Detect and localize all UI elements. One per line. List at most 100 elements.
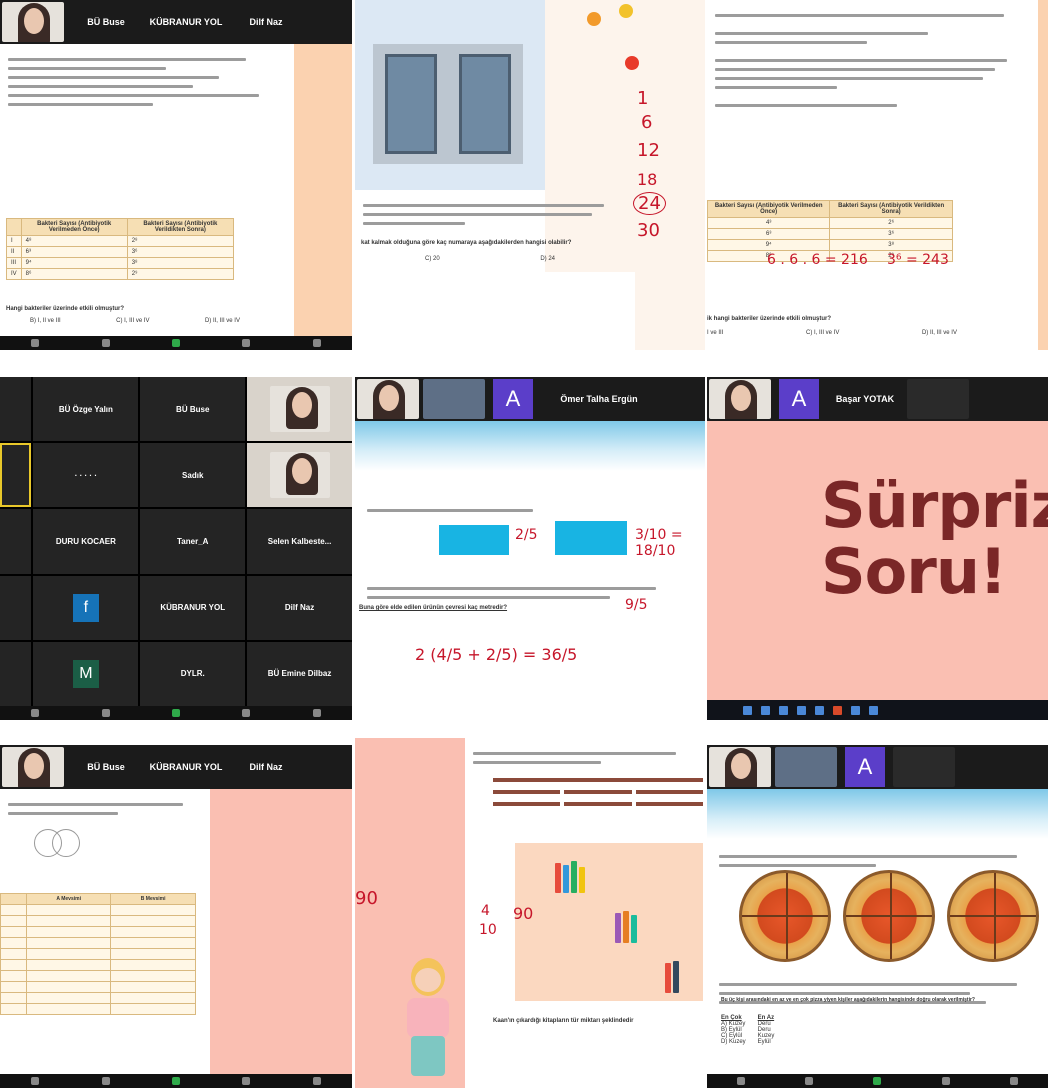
- table-row: [0, 926, 196, 938]
- reactions-icon[interactable]: [312, 1077, 321, 1085]
- tile-bacteria-solution: Bakteri Sayısı (Antibiyotik Verilmeden Ö…: [707, 0, 1048, 350]
- participant-tile[interactable]: DURU KOCAER: [33, 509, 139, 574]
- participant-video[interactable]: [357, 379, 419, 419]
- table-row: I 4⁸ 2⁸: [6, 235, 235, 247]
- choice-a[interactable]: I ve III: [707, 330, 723, 336]
- participant-video[interactable]: [423, 379, 485, 419]
- answer-choices: B) I, II ve III C) I, III ve IV D) II, I…: [30, 318, 240, 324]
- record-icon[interactable]: [242, 339, 251, 347]
- share-screen-icon[interactable]: [171, 1077, 180, 1085]
- handwriting-90b: 90: [513, 904, 534, 923]
- choice-c[interactable]: C) I, III ve IV: [806, 330, 839, 336]
- participant-tile[interactable]: · · · · ·: [33, 443, 139, 508]
- choice-b[interactable]: B) I, II ve III: [30, 318, 61, 324]
- participants-icon[interactable]: [31, 1077, 40, 1085]
- participant-video[interactable]: [247, 377, 352, 442]
- question-text: ik hangi bakteriler üzerinde etkili olmu…: [707, 316, 832, 322]
- participant-tile[interactable]: Taner_A: [140, 509, 246, 574]
- participant-video[interactable]: [893, 747, 955, 787]
- chat-icon[interactable]: [805, 1077, 814, 1085]
- record-icon[interactable]: [941, 1077, 950, 1085]
- fraction-3-10: 3/10 = 18/10: [635, 527, 683, 559]
- participant-video[interactable]: [709, 379, 771, 419]
- puzzle-piece: [555, 521, 627, 555]
- table-row: 4³ 2⁶: [707, 217, 953, 229]
- participant-tile[interactable]: BÜ Buse: [140, 377, 246, 442]
- handwriting-12: 12: [637, 140, 660, 161]
- season-table: A Mevsimi B Mevsimi: [0, 893, 196, 1015]
- reactions-icon[interactable]: [1009, 1077, 1018, 1085]
- participant-name: BÜ Buse: [87, 762, 125, 772]
- participant-video[interactable]: [2, 747, 64, 787]
- slide-header-wave: [707, 789, 1048, 839]
- taskbar-app-icon[interactable]: [797, 705, 806, 715]
- reactions-icon[interactable]: [312, 339, 321, 347]
- participant-name: Dilf Naz: [249, 17, 283, 27]
- pink-panel: [210, 789, 352, 1074]
- bookshelf-illustration: [515, 843, 703, 1001]
- table-row: IV 8⁶ 2⁹: [6, 268, 235, 280]
- annotation-243: 3⁶ = 243: [887, 252, 949, 268]
- avatar: A: [493, 379, 533, 419]
- handwriting-1: 1: [637, 88, 649, 109]
- choice-d[interactable]: D) 24: [540, 256, 555, 262]
- tile-bookshelf-question: 90 4 10 90 Kaan'ın çıkardığı kitapların …: [355, 738, 705, 1088]
- participants-icon[interactable]: [31, 339, 40, 347]
- pushpin-icon: [587, 12, 601, 26]
- table-row: [0, 937, 196, 949]
- slide-title: Sürpriz Soru!: [821, 473, 1048, 605]
- participant-tile[interactable]: f: [33, 575, 139, 640]
- taskbar-app-icon[interactable]: [815, 705, 824, 715]
- taskbar-app-icon[interactable]: [851, 705, 860, 715]
- record-icon[interactable]: [242, 709, 251, 717]
- choice-d[interactable]: D) II, III ve IV: [205, 318, 240, 324]
- participant-video[interactable]: [709, 747, 771, 787]
- participant-tile[interactable]: M: [33, 641, 139, 706]
- record-icon[interactable]: [242, 1077, 251, 1085]
- share-screen-icon[interactable]: [171, 339, 180, 347]
- participant-tile[interactable]: Selen Kalbeste...: [247, 509, 352, 574]
- participant-tile[interactable]: Dilf Naz: [247, 575, 352, 640]
- share-screen-icon[interactable]: [171, 709, 180, 717]
- participant-tile[interactable]: BÜ Emine Dilbaz: [247, 641, 352, 706]
- table-header: Bakteri Sayısı (Antibiyotik Verilmeden Ö…: [20, 218, 128, 236]
- taskbar-app-icon[interactable]: [779, 705, 788, 715]
- taskbar-app-icon[interactable]: [761, 705, 770, 715]
- meeting-toolbar: [0, 706, 352, 720]
- table-row: II 6³ 3⁶: [6, 246, 235, 258]
- participant-tile[interactable]: DYLR.: [140, 641, 246, 706]
- share-screen-icon[interactable]: [873, 1077, 882, 1085]
- taskbar-app-icon[interactable]: [869, 705, 878, 715]
- chat-icon[interactable]: [101, 1077, 110, 1085]
- question-text: Bu üç kişi arasındaki en az ve en çok pi…: [721, 997, 975, 1003]
- reactions-icon[interactable]: [312, 709, 321, 717]
- table-header: Bakteri Sayısı (Antibiyotik Verilmeden Ö…: [707, 200, 831, 218]
- choice-c[interactable]: C) I, III ve IV: [116, 318, 149, 324]
- pushpin-icon: [619, 4, 633, 18]
- choice-d[interactable]: D) II, III ve IV: [922, 330, 957, 336]
- tile-bacteria-question: BÜ Buse KÜBRANUR YOL Dilf Naz Bakteri Sa…: [0, 0, 352, 350]
- active-speaker-tile[interactable]: [0, 443, 32, 508]
- start-icon[interactable]: [743, 705, 752, 715]
- choice-c[interactable]: C) 20: [425, 256, 440, 262]
- participant-video[interactable]: [907, 379, 969, 419]
- handwriting-24: 24: [633, 192, 666, 215]
- participant-video[interactable]: [247, 443, 352, 508]
- bar-model: [493, 774, 703, 810]
- taskbar-app-icon[interactable]: [833, 705, 842, 715]
- participant-tile[interactable]: Sadık: [140, 443, 246, 508]
- participant-video[interactable]: [775, 747, 837, 787]
- participant-tile[interactable]: BÜ Özge Yalın: [33, 377, 139, 442]
- chat-icon[interactable]: [101, 339, 110, 347]
- answer-table: En Çok En Az A) Kuzey Deru B) Eylül Deru C)…: [721, 1015, 775, 1045]
- participants-icon[interactable]: [737, 1077, 746, 1085]
- meeting-toolbar: [0, 1074, 352, 1088]
- peach-panel: [294, 44, 352, 336]
- participant-tile[interactable]: KÜBRANUR YOL: [140, 575, 246, 640]
- chat-icon[interactable]: [101, 709, 110, 717]
- table-row: 9⁴ 3⁸: [707, 239, 953, 251]
- choice-d[interactable]: D) Kuzey Eylül: [721, 1039, 774, 1045]
- participants-icon[interactable]: [31, 709, 40, 717]
- participant-video[interactable]: [2, 2, 64, 42]
- participant-name: Dilf Naz: [249, 762, 283, 772]
